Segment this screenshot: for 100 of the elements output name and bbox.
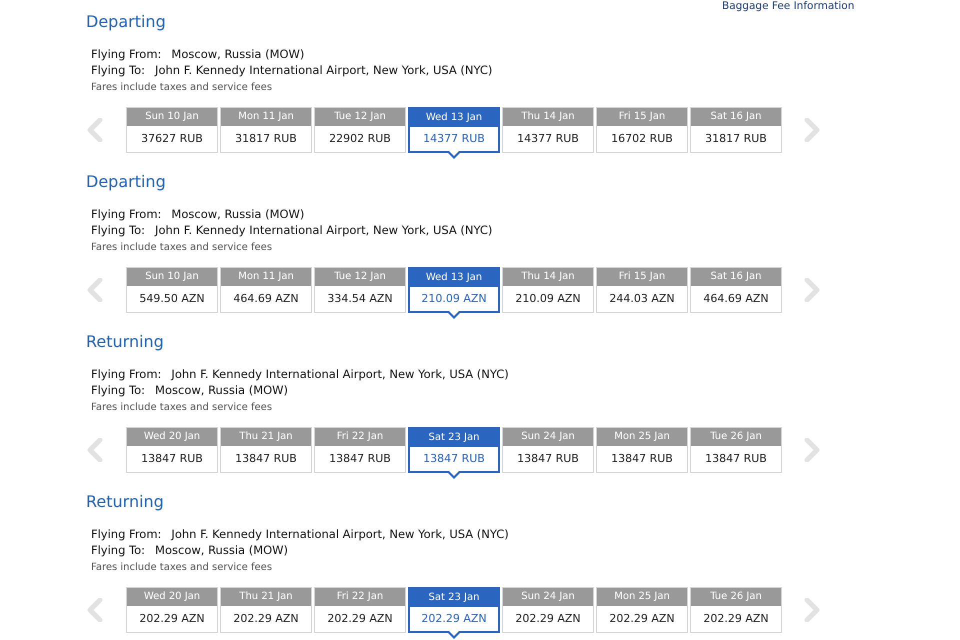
flying-from-label: Flying From:: [91, 526, 162, 542]
fare-price: 37627 RUB: [140, 131, 204, 147]
origin-text: John F. Kennedy International Airport, New York, USA (NYC): [171, 527, 509, 541]
date-fare-tab[interactable]: Tue 12 Jan 334.54 AZN: [314, 267, 406, 313]
date-fare-tab[interactable]: Sun 10 Jan 549.50 AZN: [126, 267, 218, 313]
chevron-right-icon[interactable]: [803, 118, 821, 142]
date-label: Mon 11 Jan: [221, 108, 311, 126]
fare-price: 549.50 AZN: [138, 291, 206, 307]
fare-price: 16702 RUB: [610, 131, 674, 147]
fare-price: 13847 RUB: [516, 451, 580, 467]
date-label: Tue 12 Jan: [315, 268, 405, 286]
section-heading: Returning: [86, 492, 165, 512]
fare-price: 13847 RUB: [328, 451, 392, 467]
section-heading: Returning: [86, 332, 165, 352]
fare-price: 464.69 AZN: [702, 291, 770, 307]
pointer-icon: [446, 311, 462, 320]
flying-from-label: Flying From:: [91, 46, 162, 62]
date-label: Sat 23 Jan: [410, 429, 498, 447]
flying-to-label: Flying To:: [91, 222, 146, 238]
date-fare-tab[interactable]: Wed 20 Jan 202.29 AZN: [126, 587, 218, 633]
fare-price: 202.29 AZN: [232, 611, 300, 627]
date-label: Sun 24 Jan: [503, 588, 593, 606]
chevron-right-icon[interactable]: [803, 598, 821, 622]
fare-price: 202.29 AZN: [608, 611, 676, 627]
date-fare-tab[interactable]: Fri 15 Jan 244.03 AZN: [596, 267, 688, 313]
origin-text: John F. Kennedy International Airport, New York, USA (NYC): [171, 367, 509, 381]
destination-text: Moscow, Russia (MOW): [155, 543, 288, 557]
date-fare-tab[interactable]: Wed 20 Jan 13847 RUB: [126, 427, 218, 473]
flying-to-label: Flying To:: [91, 382, 146, 398]
destination-text: John F. Kennedy International Airport, New York, USA (NYC): [155, 223, 492, 237]
date-fare-tab[interactable]: Fri 22 Jan 202.29 AZN: [314, 587, 406, 633]
chevron-right-icon[interactable]: [803, 438, 821, 462]
date-fare-tab[interactable]: Fri 22 Jan 13847 RUB: [314, 427, 406, 473]
chevron-left-icon[interactable]: [86, 118, 104, 142]
fare-price: 202.29 AZN: [420, 611, 488, 627]
chevron-left-icon[interactable]: [86, 278, 104, 302]
pointer-icon: [446, 631, 462, 640]
fare-price: 13847 RUB: [140, 451, 204, 467]
chevron-left-icon[interactable]: [86, 438, 104, 462]
fare-note: Fares include taxes and service fees: [91, 402, 272, 413]
fare-note: Fares include taxes and service fees: [91, 562, 272, 573]
date-label: Wed 20 Jan: [127, 428, 217, 446]
fare-price: 13847 RUB: [422, 451, 486, 467]
section-heading: Departing: [86, 172, 167, 192]
fare-price: 334.54 AZN: [326, 291, 394, 307]
date-label: Thu 14 Jan: [503, 268, 593, 286]
origin-text: Moscow, Russia (MOW): [171, 207, 304, 221]
date-label: Wed 13 Jan: [410, 109, 498, 127]
date-label: Tue 26 Jan: [691, 588, 781, 606]
origin-text: Moscow, Russia (MOW): [171, 47, 304, 61]
date-fare-tab[interactable]: Thu 14 Jan 210.09 AZN: [502, 267, 594, 313]
date-fare-tab[interactable]: Tue 12 Jan 22902 RUB: [314, 107, 406, 153]
fare-price: 464.69 AZN: [232, 291, 300, 307]
date-fare-tab[interactable]: Thu 21 Jan 202.29 AZN: [220, 587, 312, 633]
date-fare-tab[interactable]: Mon 25 Jan 202.29 AZN: [596, 587, 688, 633]
fare-note: Fares include taxes and service fees: [91, 242, 272, 253]
fare-price: 31817 RUB: [704, 131, 768, 147]
flying-from-label: Flying From:: [91, 366, 162, 382]
date-fare-tab[interactable]: Sun 24 Jan 202.29 AZN: [502, 587, 594, 633]
date-label: Tue 12 Jan: [315, 108, 405, 126]
fare-price: 202.29 AZN: [702, 611, 770, 627]
date-fare-tab[interactable]: Thu 14 Jan 14377 RUB: [502, 107, 594, 153]
chevron-left-icon[interactable]: [86, 598, 104, 622]
date-label: Sat 23 Jan: [410, 589, 498, 607]
flying-from-label: Flying From:: [91, 206, 162, 222]
fare-price: 13847 RUB: [704, 451, 768, 467]
date-fare-tab[interactable]: Sat 16 Jan 464.69 AZN: [690, 267, 782, 313]
date-label: Tue 26 Jan: [691, 428, 781, 446]
baggage-fee-link[interactable]: Baggage Fee Information: [722, 0, 854, 12]
fare-price: 14377 RUB: [422, 131, 486, 147]
chevron-right-icon[interactable]: [803, 278, 821, 302]
date-label: Wed 20 Jan: [127, 588, 217, 606]
date-label: Mon 25 Jan: [597, 428, 687, 446]
date-fare-tab[interactable]: Mon 11 Jan 31817 RUB: [220, 107, 312, 153]
fare-price: 14377 RUB: [516, 131, 580, 147]
date-label: Mon 11 Jan: [221, 268, 311, 286]
date-label: Fri 22 Jan: [315, 588, 405, 606]
date-fare-tab[interactable]: Sat 16 Jan 31817 RUB: [690, 107, 782, 153]
date-label: Sat 16 Jan: [691, 108, 781, 126]
fare-price: 202.29 AZN: [326, 611, 394, 627]
date-fare-tab[interactable]: Tue 26 Jan 13847 RUB: [690, 427, 782, 473]
date-fare-tab[interactable]: Mon 25 Jan 13847 RUB: [596, 427, 688, 473]
date-fare-tab[interactable]: Sun 24 Jan 13847 RUB: [502, 427, 594, 473]
date-label: Thu 21 Jan: [221, 428, 311, 446]
date-fare-tab[interactable]: Fri 15 Jan 16702 RUB: [596, 107, 688, 153]
date-label: Wed 13 Jan: [410, 269, 498, 287]
date-fare-tab[interactable]: Sun 10 Jan 37627 RUB: [126, 107, 218, 153]
date-fare-tab[interactable]: Tue 26 Jan 202.29 AZN: [690, 587, 782, 633]
date-label: Fri 15 Jan: [597, 268, 687, 286]
pointer-icon: [446, 151, 462, 160]
destination-text: John F. Kennedy International Airport, New York, USA (NYC): [155, 63, 492, 77]
fare-price: 210.09 AZN: [514, 291, 582, 307]
date-label: Sun 10 Jan: [127, 268, 217, 286]
fare-price: 22902 RUB: [328, 131, 392, 147]
fare-price: 13847 RUB: [234, 451, 298, 467]
date-fare-tab[interactable]: Thu 21 Jan 13847 RUB: [220, 427, 312, 473]
date-label: Thu 21 Jan: [221, 588, 311, 606]
date-fare-tab[interactable]: Mon 11 Jan 464.69 AZN: [220, 267, 312, 313]
date-label: Sun 24 Jan: [503, 428, 593, 446]
fare-price: 202.29 AZN: [514, 611, 582, 627]
